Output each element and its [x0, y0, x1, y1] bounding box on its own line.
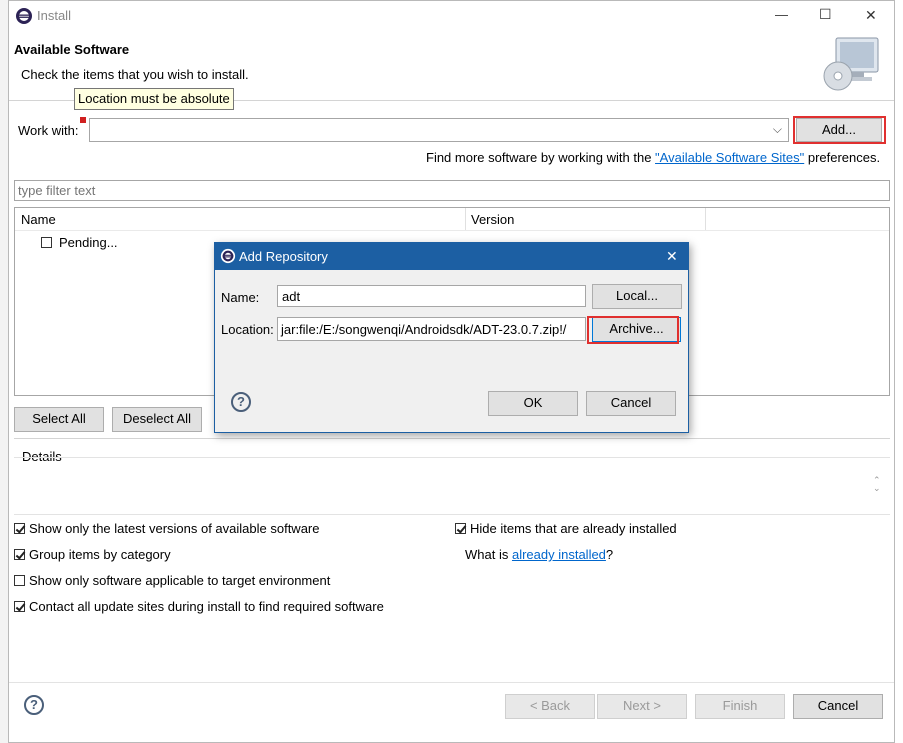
title-bar: Install — ☐ ✕	[9, 1, 894, 31]
tooltip-text: Location must be absolute	[78, 91, 230, 106]
latest-versions-checkbox[interactable]	[14, 523, 25, 534]
find-more-text: Find more software by working with the "…	[426, 150, 880, 165]
column-divider	[705, 208, 706, 230]
dialog-location-label: Location:	[221, 322, 274, 337]
dialog-title-bar: Add Repository ✕	[215, 243, 688, 270]
footer-separator	[9, 682, 894, 683]
find-more-suffix: preferences.	[804, 150, 881, 165]
what-is-suffix: ?	[605, 547, 614, 562]
group-by-category-checkbox[interactable]	[14, 549, 25, 560]
tooltip: Location must be absolute	[74, 88, 234, 110]
already-installed-link[interactable]: already installed	[512, 547, 606, 562]
minimize-icon[interactable]: —	[775, 7, 788, 22]
select-all-button[interactable]: Select All	[14, 407, 104, 432]
what-is-prefix: What is	[465, 547, 512, 562]
row-name: Pending...	[59, 235, 118, 250]
help-icon[interactable]: ?	[24, 695, 44, 715]
latest-versions-label[interactable]: Show only the latest versions of availab…	[29, 521, 320, 536]
page-subtitle: Check the items that you wish to install…	[21, 67, 249, 82]
footer-cancel-button[interactable]: Cancel	[793, 694, 883, 719]
row-checkbox[interactable]	[41, 237, 52, 248]
repository-name-value: adt	[282, 289, 301, 304]
ok-button[interactable]: OK	[488, 391, 578, 416]
page-title: Available Software	[14, 42, 130, 57]
dialog-cancel-button[interactable]: Cancel	[586, 391, 676, 416]
add-button[interactable]: Add...	[796, 118, 882, 142]
details-scroll-icon[interactable]: ⌃ ⌄	[873, 476, 881, 493]
work-with-combo[interactable]: ⌵	[89, 118, 789, 142]
filter-input[interactable]	[14, 180, 890, 201]
column-divider	[465, 208, 466, 230]
install-cd-icon	[823, 37, 879, 91]
dialog-close-icon[interactable]: ✕	[666, 248, 678, 265]
eclipse-logo-icon	[220, 248, 236, 264]
back-button[interactable]: < Back	[505, 694, 595, 719]
target-env-checkbox[interactable]	[14, 575, 25, 586]
work-with-label: Work with:	[18, 123, 79, 138]
deselect-all-button[interactable]: Deselect All	[112, 407, 202, 432]
next-button[interactable]: Next >	[597, 694, 687, 719]
contact-sites-label[interactable]: Contact all update sites during install …	[29, 599, 384, 614]
chevron-down-icon[interactable]: ⌵	[773, 122, 782, 137]
details-area	[14, 457, 890, 515]
dialog-name-label: Name:	[221, 290, 260, 305]
column-header-version[interactable]: Version	[471, 212, 514, 227]
column-header-name[interactable]: Name	[21, 212, 56, 227]
add-repository-dialog: Add Repository ✕ Name: adt Local... Loca…	[214, 242, 689, 433]
contact-sites-checkbox[interactable]	[14, 601, 25, 612]
maximize-icon[interactable]: ☐	[819, 6, 832, 23]
repository-location-input[interactable]: jar:file:/E:/songwenqi/Androidsdk/ADT-23…	[277, 317, 586, 341]
repository-name-input[interactable]: adt	[277, 285, 586, 307]
eclipse-logo-icon	[16, 8, 32, 24]
error-decoration-icon	[80, 117, 86, 123]
details-separator	[14, 438, 890, 439]
repository-location-value: jar:file:/E:/songwenqi/Androidsdk/ADT-23…	[281, 322, 567, 337]
local-button[interactable]: Local...	[592, 284, 682, 309]
hide-installed-checkbox[interactable]	[455, 523, 466, 534]
window-title: Install	[37, 8, 71, 23]
group-by-category-label[interactable]: Group items by category	[29, 547, 171, 562]
close-icon[interactable]: ✕	[865, 7, 877, 24]
dialog-title: Add Repository	[239, 249, 328, 264]
table-header: Name Version	[15, 208, 889, 231]
target-env-label[interactable]: Show only software applicable to target …	[29, 573, 330, 588]
dialog-help-icon[interactable]: ?	[231, 392, 251, 412]
what-is-installed-text: What is already installed?	[465, 547, 613, 562]
hide-installed-label[interactable]: Hide items that are already installed	[470, 521, 677, 536]
finish-button[interactable]: Finish	[695, 694, 785, 719]
find-more-prefix: Find more software by working with the	[426, 150, 656, 165]
archive-button[interactable]: Archive...	[592, 317, 681, 342]
available-software-sites-link[interactable]: "Available Software Sites"	[655, 150, 804, 165]
